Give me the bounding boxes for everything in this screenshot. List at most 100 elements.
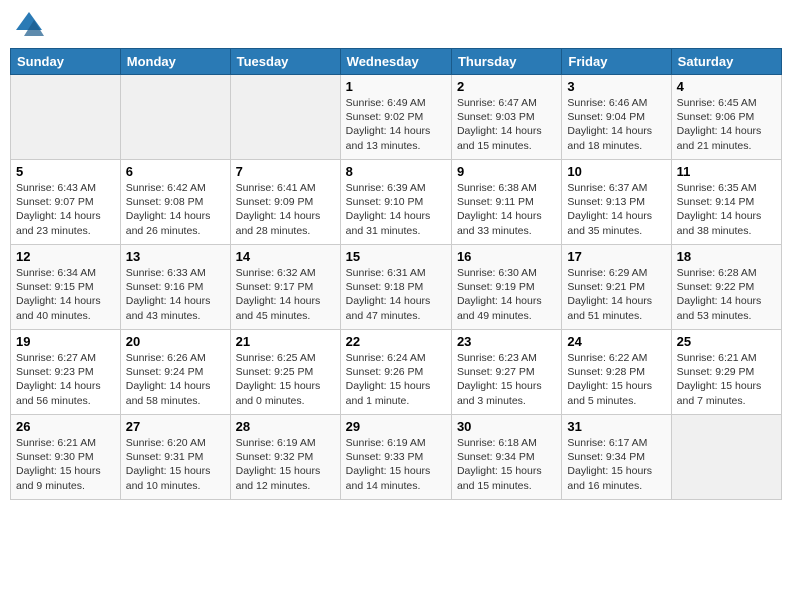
day-info: Sunrise: 6:28 AM Sunset: 9:22 PM Dayligh… <box>677 266 776 323</box>
calendar-cell: 23 Sunrise: 6:23 AM Sunset: 9:27 PM Dayli… <box>451 330 561 415</box>
calendar-cell: 1 Sunrise: 6:49 AM Sunset: 9:02 PM Daylig… <box>340 75 451 160</box>
calendar-cell: 17Sunrise: 6:29 AM Sunset: 9:21 PM Dayli… <box>562 245 671 330</box>
day-info: Sunrise: 6:45 AM Sunset: 9:06 PM Dayligh… <box>677 96 776 153</box>
day-info: Sunrise: 6:46 AM Sunset: 9:04 PM Dayligh… <box>567 96 665 153</box>
day-number: 25 <box>677 334 776 349</box>
day-number: 13 <box>126 249 225 264</box>
day-info: Sunrise: 6:23 AM Sunset: 9:27 PM Dayligh… <box>457 351 556 408</box>
day-number: 27 <box>126 419 225 434</box>
day-number: 26 <box>16 419 115 434</box>
calendar-cell: 9 Sunrise: 6:38 AM Sunset: 9:11 PM Daylig… <box>451 160 561 245</box>
day-number: 10 <box>567 164 665 179</box>
day-number: 18 <box>677 249 776 264</box>
calendar-cell: 16 Sunrise: 6:30 AM Sunset: 9:19 PM Dayli… <box>451 245 561 330</box>
day-number: 14 <box>236 249 335 264</box>
day-number: 8 <box>346 164 446 179</box>
calendar-cell: 3 Sunrise: 6:46 AM Sunset: 9:04 PM Daylig… <box>562 75 671 160</box>
calendar-cell: 12 Sunrise: 6:34 AM Sunset: 9:15 PM Dayli… <box>11 245 121 330</box>
day-header-saturday: Saturday <box>671 49 781 75</box>
day-number: 22 <box>346 334 446 349</box>
day-info: Sunrise: 6:26 AM Sunset: 9:24 PM Dayligh… <box>126 351 225 408</box>
calendar-cell <box>120 75 230 160</box>
day-header-thursday: Thursday <box>451 49 561 75</box>
calendar-cell: 25 Sunrise: 6:21 AM Sunset: 9:29 PM Dayli… <box>671 330 781 415</box>
day-info: Sunrise: 6:25 AM Sunset: 9:25 PM Dayligh… <box>236 351 335 408</box>
day-number: 28 <box>236 419 335 434</box>
day-number: 3 <box>567 79 665 94</box>
day-number: 31 <box>567 419 665 434</box>
calendar-cell: 6 Sunrise: 6:42 AM Sunset: 9:08 PM Daylig… <box>120 160 230 245</box>
day-info: Sunrise: 6:19 AM Sunset: 9:33 PM Dayligh… <box>346 436 446 493</box>
day-number: 11 <box>677 164 776 179</box>
day-info: Sunrise: 6:33 AM Sunset: 9:16 PM Dayligh… <box>126 266 225 323</box>
calendar-table: SundayMondayTuesdayWednesdayThursdayFrid… <box>10 48 782 500</box>
calendar-cell <box>230 75 340 160</box>
week-row-2: 5Sunrise: 6:43 AM Sunset: 9:07 PM Daylig… <box>11 160 782 245</box>
day-number: 5 <box>16 164 115 179</box>
calendar-cell: 8 Sunrise: 6:39 AM Sunset: 9:10 PM Daylig… <box>340 160 451 245</box>
calendar-cell: 11Sunrise: 6:35 AM Sunset: 9:14 PM Dayli… <box>671 160 781 245</box>
calendar-cell: 14 Sunrise: 6:32 AM Sunset: 9:17 PM Dayli… <box>230 245 340 330</box>
day-number: 23 <box>457 334 556 349</box>
calendar-cell: 31 Sunrise: 6:17 AM Sunset: 9:34 PM Dayli… <box>562 415 671 500</box>
calendar-cell: 22 Sunrise: 6:24 AM Sunset: 9:26 PM Dayli… <box>340 330 451 415</box>
page-header <box>10 10 782 40</box>
day-info: Sunrise: 6:22 AM Sunset: 9:28 PM Dayligh… <box>567 351 665 408</box>
day-info: Sunrise: 6:47 AM Sunset: 9:03 PM Dayligh… <box>457 96 556 153</box>
day-header-sunday: Sunday <box>11 49 121 75</box>
calendar-cell: 7Sunrise: 6:41 AM Sunset: 9:09 PM Daylig… <box>230 160 340 245</box>
calendar-cell: 4Sunrise: 6:45 AM Sunset: 9:06 PM Daylig… <box>671 75 781 160</box>
day-number: 24 <box>567 334 665 349</box>
day-info: Sunrise: 6:27 AM Sunset: 9:23 PM Dayligh… <box>16 351 115 408</box>
week-row-3: 12 Sunrise: 6:34 AM Sunset: 9:15 PM Dayli… <box>11 245 782 330</box>
day-number: 7 <box>236 164 335 179</box>
day-info: Sunrise: 6:49 AM Sunset: 9:02 PM Dayligh… <box>346 96 446 153</box>
day-header-wednesday: Wednesday <box>340 49 451 75</box>
calendar-cell <box>671 415 781 500</box>
day-number: 21 <box>236 334 335 349</box>
calendar-cell: 30 Sunrise: 6:18 AM Sunset: 9:34 PM Dayli… <box>451 415 561 500</box>
day-number: 9 <box>457 164 556 179</box>
day-number: 6 <box>126 164 225 179</box>
week-row-5: 26 Sunrise: 6:21 AM Sunset: 9:30 PM Dayli… <box>11 415 782 500</box>
day-header-monday: Monday <box>120 49 230 75</box>
calendar-cell: 26 Sunrise: 6:21 AM Sunset: 9:30 PM Dayli… <box>11 415 121 500</box>
calendar-cell <box>11 75 121 160</box>
calendar-cell: 27 Sunrise: 6:20 AM Sunset: 9:31 PM Dayli… <box>120 415 230 500</box>
calendar-cell: 2Sunrise: 6:47 AM Sunset: 9:03 PM Daylig… <box>451 75 561 160</box>
calendar-cell: 19 Sunrise: 6:27 AM Sunset: 9:23 PM Dayli… <box>11 330 121 415</box>
day-info: Sunrise: 6:34 AM Sunset: 9:15 PM Dayligh… <box>16 266 115 323</box>
day-info: Sunrise: 6:30 AM Sunset: 9:19 PM Dayligh… <box>457 266 556 323</box>
day-info: Sunrise: 6:21 AM Sunset: 9:30 PM Dayligh… <box>16 436 115 493</box>
day-info: Sunrise: 6:32 AM Sunset: 9:17 PM Dayligh… <box>236 266 335 323</box>
day-info: Sunrise: 6:39 AM Sunset: 9:10 PM Dayligh… <box>346 181 446 238</box>
week-row-1: 1 Sunrise: 6:49 AM Sunset: 9:02 PM Daylig… <box>11 75 782 160</box>
day-number: 19 <box>16 334 115 349</box>
calendar-cell: 10Sunrise: 6:37 AM Sunset: 9:13 PM Dayli… <box>562 160 671 245</box>
calendar-cell: 29 Sunrise: 6:19 AM Sunset: 9:33 PM Dayli… <box>340 415 451 500</box>
day-info: Sunrise: 6:17 AM Sunset: 9:34 PM Dayligh… <box>567 436 665 493</box>
day-info: Sunrise: 6:18 AM Sunset: 9:34 PM Dayligh… <box>457 436 556 493</box>
day-info: Sunrise: 6:24 AM Sunset: 9:26 PM Dayligh… <box>346 351 446 408</box>
day-number: 1 <box>346 79 446 94</box>
week-row-4: 19 Sunrise: 6:27 AM Sunset: 9:23 PM Dayli… <box>11 330 782 415</box>
day-header-tuesday: Tuesday <box>230 49 340 75</box>
calendar-cell: 21 Sunrise: 6:25 AM Sunset: 9:25 PM Dayli… <box>230 330 340 415</box>
day-info: Sunrise: 6:20 AM Sunset: 9:31 PM Dayligh… <box>126 436 225 493</box>
calendar-cell: 5Sunrise: 6:43 AM Sunset: 9:07 PM Daylig… <box>11 160 121 245</box>
calendar-cell: 13 Sunrise: 6:33 AM Sunset: 9:16 PM Dayli… <box>120 245 230 330</box>
day-info: Sunrise: 6:38 AM Sunset: 9:11 PM Dayligh… <box>457 181 556 238</box>
day-number: 29 <box>346 419 446 434</box>
calendar-cell: 28 Sunrise: 6:19 AM Sunset: 9:32 PM Dayli… <box>230 415 340 500</box>
day-info: Sunrise: 6:21 AM Sunset: 9:29 PM Dayligh… <box>677 351 776 408</box>
day-number: 16 <box>457 249 556 264</box>
day-number: 12 <box>16 249 115 264</box>
day-info: Sunrise: 6:19 AM Sunset: 9:32 PM Dayligh… <box>236 436 335 493</box>
day-header-friday: Friday <box>562 49 671 75</box>
day-number: 20 <box>126 334 225 349</box>
day-info: Sunrise: 6:42 AM Sunset: 9:08 PM Dayligh… <box>126 181 225 238</box>
day-number: 17 <box>567 249 665 264</box>
day-info: Sunrise: 6:31 AM Sunset: 9:18 PM Dayligh… <box>346 266 446 323</box>
calendar-cell: 24 Sunrise: 6:22 AM Sunset: 9:28 PM Dayli… <box>562 330 671 415</box>
day-number: 30 <box>457 419 556 434</box>
